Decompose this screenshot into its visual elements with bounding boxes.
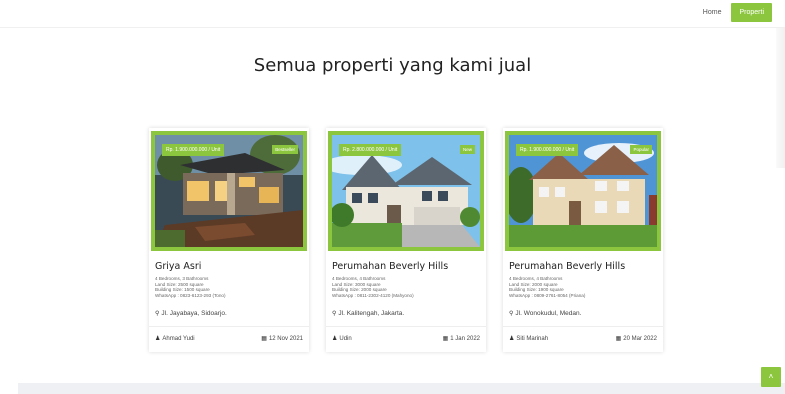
page-title: Semua properti yang kami jual	[253, 55, 532, 76]
calendar-icon: ▦	[261, 336, 267, 342]
nav-properti-button[interactable]: Properti	[731, 3, 772, 22]
card-footer: ♟ Ahmad Yudi ▦ 12 Nov 2021	[149, 326, 309, 352]
property-specs: 4 Bedrooms, 4 Bathrooms Land Size: 2000 …	[509, 276, 585, 298]
price-badge: Rp. 1.900.000.000 / Unit	[516, 144, 579, 156]
status-badge: Bestseller	[272, 145, 298, 154]
property-title[interactable]: Perumahan Beverly Hills	[509, 261, 625, 272]
spec-whatsapp: WhatsApp : 0811-2302-4120 (Mahyono)	[332, 292, 414, 298]
calendar-icon: ▦	[615, 336, 622, 342]
post-date: ▦ 12 Nov 2021	[261, 335, 303, 343]
property-card[interactable]: Rp. 2.800.000.000 / Unit New Perumahan B…	[326, 128, 486, 352]
card-footer: ♟ Udin ▦ 1 Jan 2022	[326, 326, 486, 352]
property-image[interactable]: Rp. 1.900.000.000 / Unit Bestseller	[151, 131, 307, 251]
author-name: Udin	[339, 335, 352, 342]
location-pin-icon: ⚲	[509, 311, 514, 317]
calendar-icon: ▦	[442, 336, 449, 342]
footer-bar	[18, 383, 785, 394]
chevron-up-icon: ˄	[768, 372, 774, 381]
post-date: ▦ 20 Mar 2022	[615, 335, 657, 343]
author: ♟ Udin	[332, 335, 352, 343]
status-badge: Popular	[630, 145, 652, 154]
author-name: Siti Marinah	[516, 335, 549, 342]
user-icon: ♟	[155, 336, 161, 342]
property-location: ⚲ Jl. Wonokudul, Medan.	[509, 310, 581, 317]
property-location: ⚲ Jl. Kalitengah, Jakarta.	[332, 310, 404, 317]
nav-menu: Home Properti	[699, 3, 772, 22]
property-card[interactable]: Rp. 1.900.000.000 / Unit Popular Perumah…	[503, 128, 663, 352]
price-badge: Rp. 2.800.000.000 / Unit	[339, 144, 402, 156]
date-text: 12 Nov 2021	[268, 335, 303, 342]
user-icon: ♟	[332, 336, 338, 342]
property-image[interactable]: Rp. 1.900.000.000 / Unit Popular	[505, 131, 661, 251]
user-icon: ♟	[509, 336, 515, 342]
nav-home-link[interactable]: Home	[699, 3, 726, 22]
post-date: ▦ 1 Jan 2022	[442, 335, 480, 343]
location-text: Jl. Kalitengah, Jakarta.	[338, 310, 405, 317]
author: ♟ Siti Marinah	[509, 335, 549, 343]
location-text: Jl. Wonokudul, Medan.	[515, 310, 582, 317]
spec-whatsapp: WhatsApp : 0823-6123-293 (Tono)	[155, 292, 226, 298]
spec-whatsapp: WhatsApp : 0809-2761-8054 (Priana)	[509, 292, 586, 298]
property-specs: 4 Bedrooms, 3 Bathrooms Land Size: 2500 …	[155, 276, 225, 298]
location-text: Jl. Jayabaya, Sidoarjo.	[161, 310, 227, 317]
card-footer: ♟ Siti Marinah ▦ 20 Mar 2022	[503, 326, 663, 352]
top-navbar: Home Properti	[0, 0, 785, 28]
price-badge: Rp. 1.900.000.000 / Unit	[162, 144, 225, 156]
property-specs: 4 Bedrooms, 4 Bathrooms Land Size: 3000 …	[332, 276, 414, 298]
scrollbar-track[interactable]	[776, 28, 785, 168]
property-title[interactable]: Griya Asri	[155, 261, 201, 272]
property-location: ⚲ Jl. Jayabaya, Sidoarjo.	[155, 310, 227, 317]
location-pin-icon: ⚲	[155, 311, 160, 317]
date-text: 20 Mar 2022	[623, 335, 657, 342]
date-text: 1 Jan 2022	[450, 335, 480, 342]
author: ♟ Ahmad Yudi	[155, 335, 195, 343]
property-card[interactable]: Rp. 1.900.000.000 / Unit Bestseller Griy…	[149, 128, 309, 352]
property-title[interactable]: Perumahan Beverly Hills	[332, 261, 448, 272]
location-pin-icon: ⚲	[332, 311, 337, 317]
back-to-top-button[interactable]: ˄	[761, 367, 781, 387]
author-name: Ahmad Yudi	[162, 335, 195, 342]
property-image[interactable]: Rp. 2.800.000.000 / Unit New	[328, 131, 484, 251]
status-badge: New	[459, 145, 475, 154]
